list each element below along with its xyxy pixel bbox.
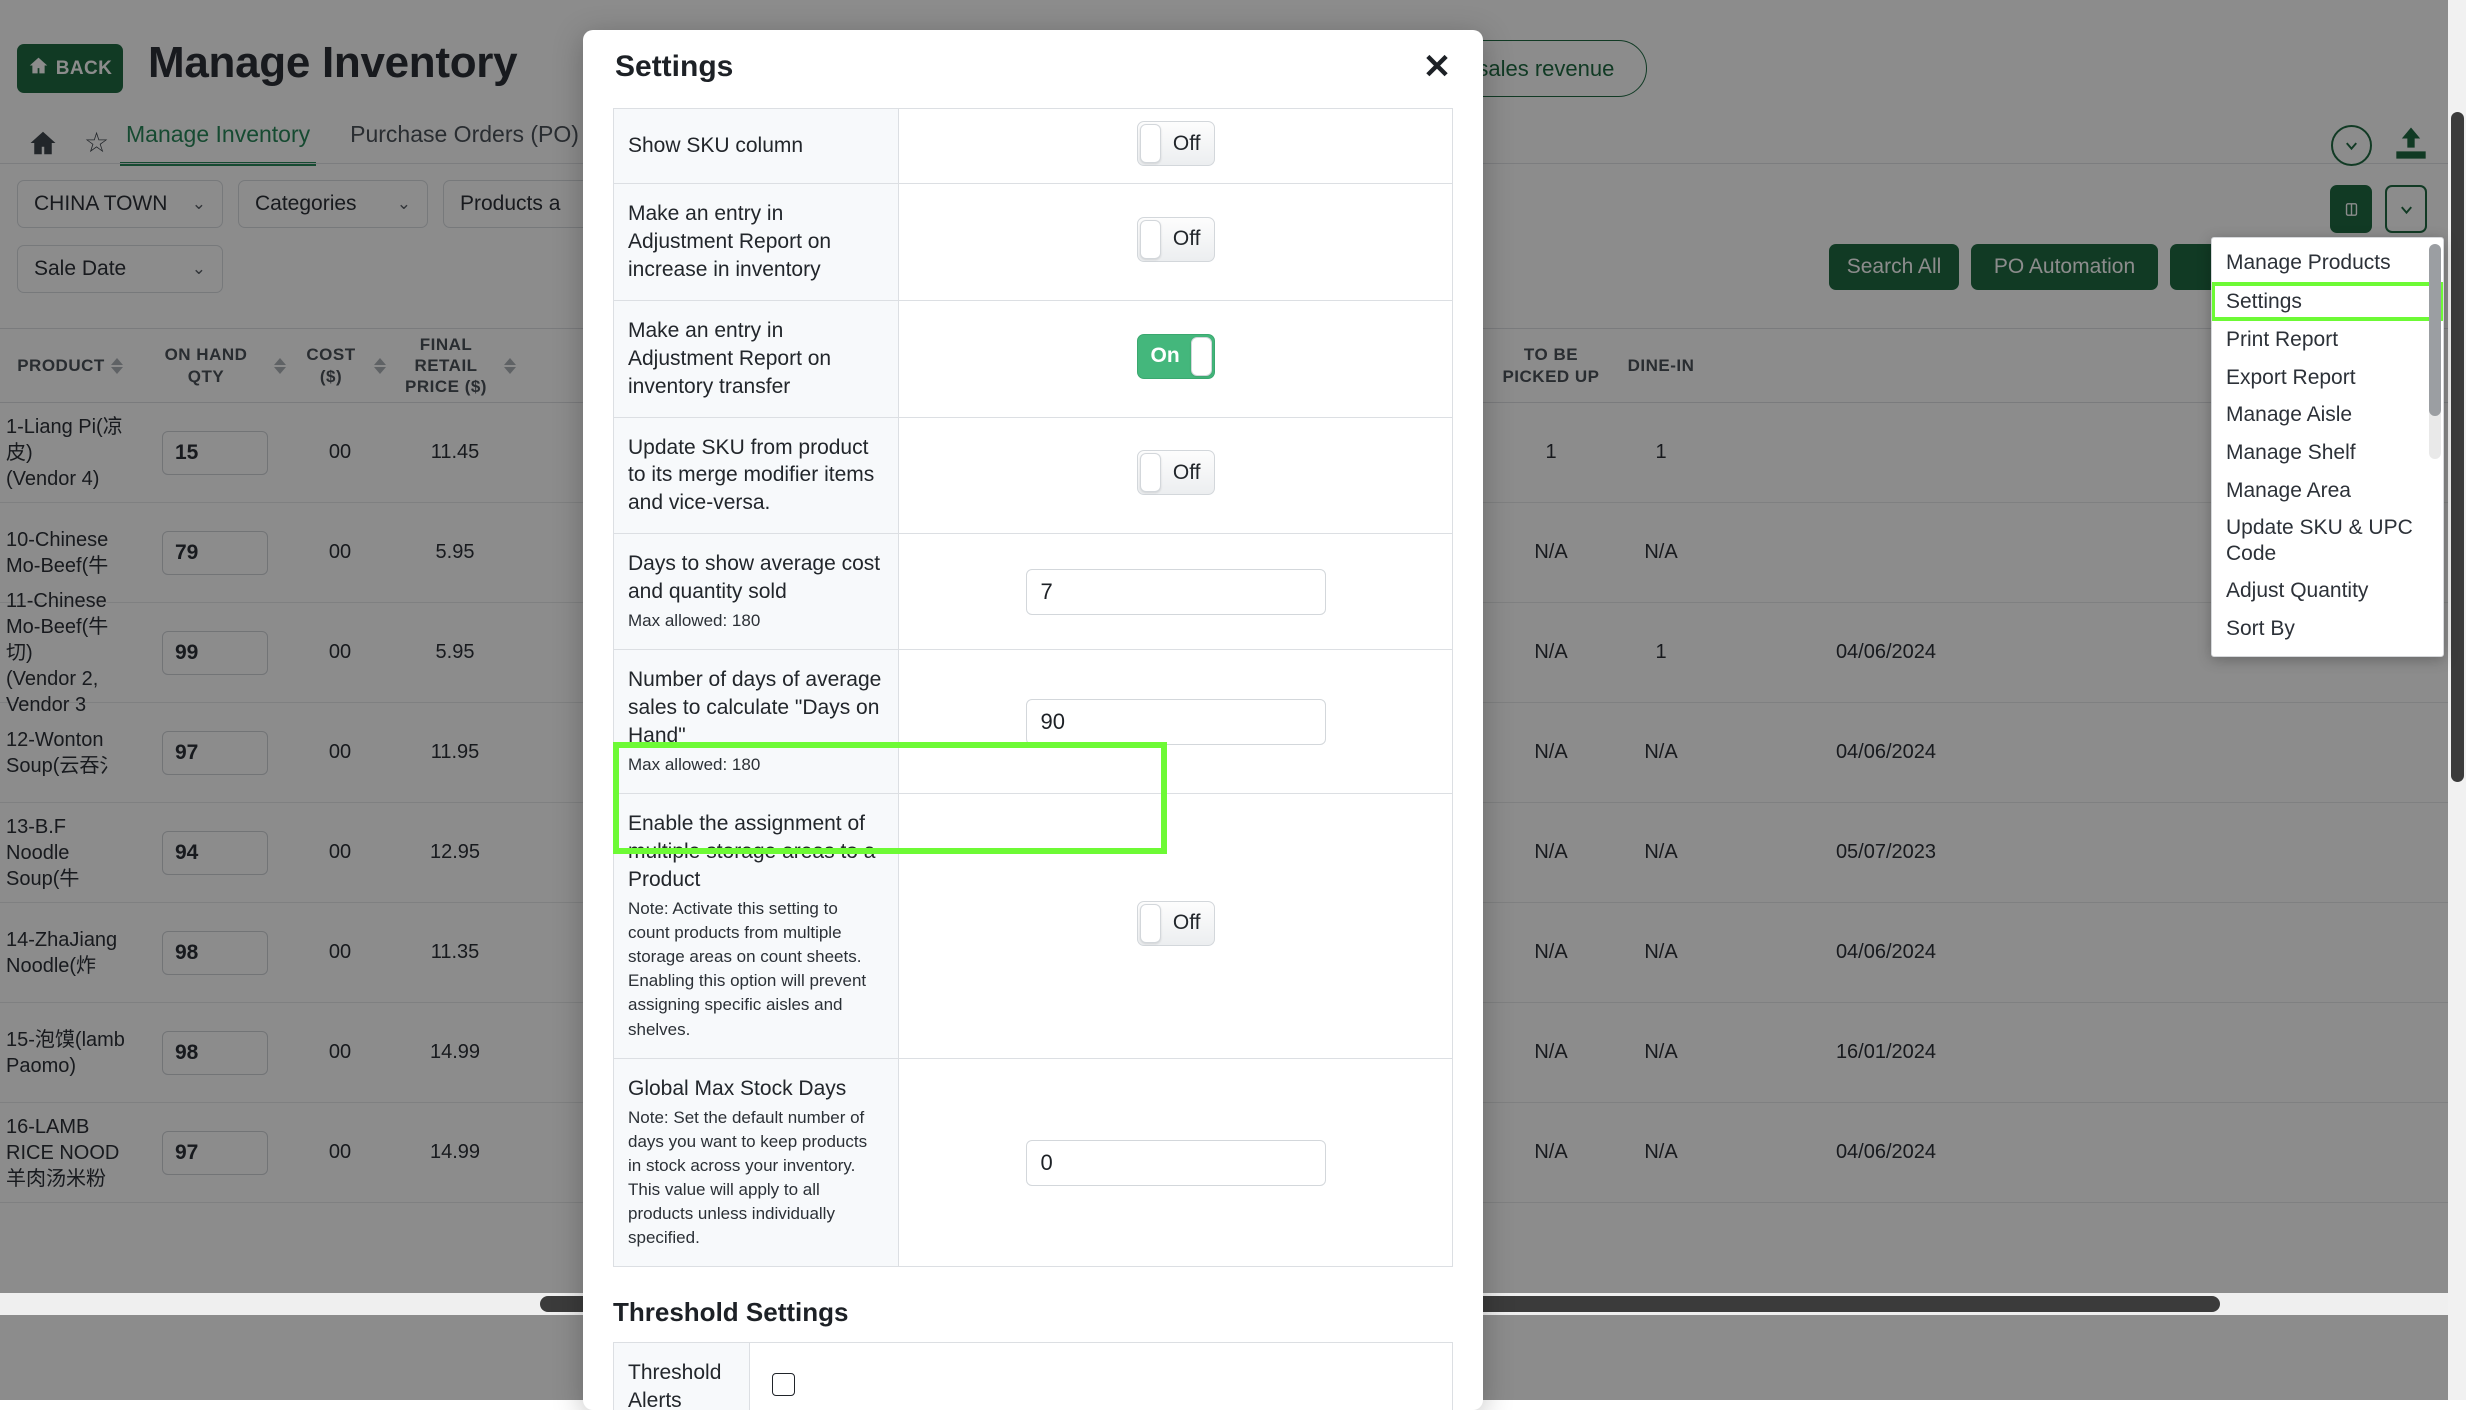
setting-label-cell: Make an entry in Adjustment Report on in… [614,300,899,417]
setting-row: Days to show average cost and quantity s… [614,534,1453,650]
menu-item-adjust-quantity[interactable]: Adjust Quantity [2212,572,2443,610]
setting-label-cell: Make an entry in Adjustment Report on in… [614,184,899,301]
toggle-knob [1140,220,1161,259]
setting-control-cell: Off [899,109,1453,184]
menu-item-manage-shelf[interactable]: Manage Shelf [2212,434,2443,472]
setting-control-cell [899,1058,1453,1267]
toggle-knob [1140,124,1161,163]
setting-row: Make an entry in Adjustment Report on in… [614,184,1453,301]
settings-table: Show SKU column Off Make an entry in Adjus… [613,108,1453,1267]
toggle-knob [1140,453,1161,492]
threshold-alerts-checkbox[interactable] [772,1373,795,1396]
modal-header: Settings ✕ [583,30,1483,108]
setting-row: Make an entry in Adjustment Report on in… [614,300,1453,417]
toggle-label: Off [1173,461,1201,485]
toggle-label: Off [1173,911,1201,935]
setting-label: Number of days of average sales to calcu… [628,668,881,747]
threshold-section-title: Threshold Settings [613,1297,1453,1328]
menu-item-settings[interactable]: Settings [2211,282,2444,322]
setting-toggle[interactable]: Off [1137,901,1215,946]
setting-number-input[interactable] [1026,699,1326,745]
setting-control-cell: Off [899,184,1453,301]
setting-label-cell: Days to show average cost and quantity s… [614,534,899,650]
setting-label: Make an entry in Adjustment Report on in… [628,319,831,398]
setting-toggle[interactable]: Off [1137,217,1215,262]
setting-note: Max allowed: 180 [628,609,884,633]
menu-item-update-sku-upc-code[interactable]: Update SKU & UPC Code [2212,509,2443,572]
vertical-scrollbar-thumb[interactable] [2451,112,2464,782]
close-icon[interactable]: ✕ [1417,48,1457,88]
setting-control-cell: On [899,300,1453,417]
toggle-label: Off [1173,132,1201,156]
toggle-knob [1191,337,1212,376]
toggle-label: Off [1173,227,1201,251]
modal-body: Show SKU column Off Make an entry in Adjus… [583,108,1483,1410]
setting-note: Max allowed: 180 [628,753,884,777]
setting-note: Note: Set the default number of days you… [628,1106,884,1251]
menu-item-sort-by[interactable]: Sort By [2212,610,2443,648]
setting-row: Enable the assignment of multiple storag… [614,794,1453,1059]
setting-label: Make an entry in Adjustment Report on in… [628,202,831,281]
setting-label-cell: Global Max Stock Days Note: Set the defau… [614,1058,899,1267]
setting-label: Global Max Stock Days [628,1077,846,1100]
menu-item-manage-aisle[interactable]: Manage Aisle [2212,396,2443,434]
setting-label-cell: Update SKU from product to its merge mod… [614,417,899,534]
setting-label: Days to show average cost and quantity s… [628,552,880,603]
setting-toggle[interactable]: Off [1137,121,1215,166]
setting-label: Update SKU from product to its merge mod… [628,436,874,515]
toggle-knob [1140,904,1161,943]
menu-item-print-report[interactable]: Print Report [2212,321,2443,359]
menu-item-manage-area[interactable]: Manage Area [2212,472,2443,510]
setting-number-input[interactable] [1026,569,1326,615]
setting-control-cell: Off [899,417,1453,534]
actions-dropdown-menu[interactable]: Manage ProductsSettingsPrint ReportExpor… [2211,237,2444,657]
setting-row: Show SKU column Off [614,109,1453,184]
setting-row: Number of days of average sales to calcu… [614,650,1453,794]
setting-row: Global Max Stock Days Note: Set the defau… [614,1058,1453,1267]
menu-scrollbar-thumb[interactable] [2429,244,2441,416]
setting-label: Enable the assignment of multiple storag… [628,812,875,891]
settings-modal: Settings ✕ Show SKU column Off Make an ent… [583,30,1483,1410]
setting-label-cell: Number of days of average sales to calcu… [614,650,899,794]
modal-title: Settings [615,50,733,84]
menu-item-manage-products[interactable]: Manage Products [2212,244,2443,282]
toggle-label: On [1151,344,1180,368]
setting-number-input[interactable] [1026,1140,1326,1186]
setting-control-cell [899,534,1453,650]
setting-note: Note: Activate this setting to count pro… [628,897,884,1042]
setting-control-cell: Off [899,794,1453,1059]
setting-label-cell: Enable the assignment of multiple storag… [614,794,899,1059]
setting-toggle[interactable]: Off [1137,450,1215,495]
setting-label-cell: Show SKU column [614,109,899,184]
setting-row: Update SKU from product to its merge mod… [614,417,1453,534]
menu-item-export-report[interactable]: Export Report [2212,359,2443,397]
setting-control-cell [899,650,1453,794]
setting-toggle[interactable]: On [1137,334,1215,379]
setting-label: Show SKU column [628,134,803,157]
